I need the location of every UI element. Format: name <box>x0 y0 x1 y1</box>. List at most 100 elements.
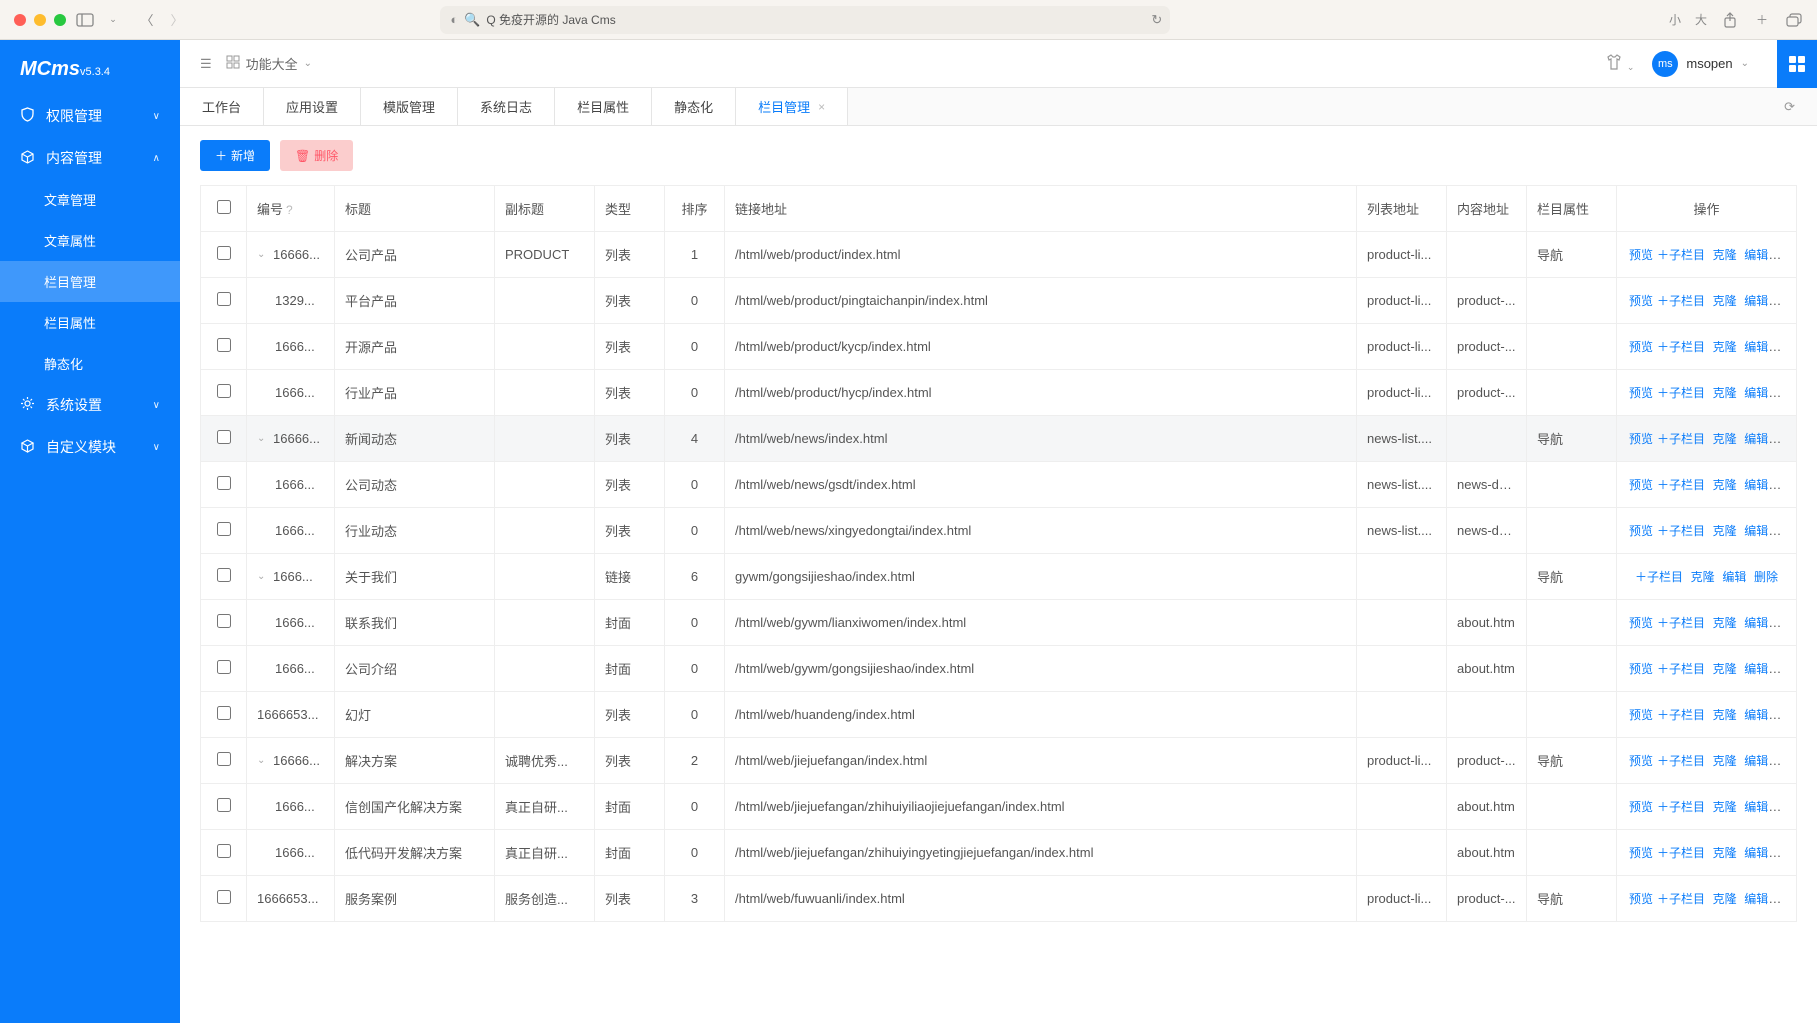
row-checkbox[interactable] <box>217 246 231 260</box>
clone-link[interactable]: 克隆 <box>1713 294 1737 308</box>
sub-category-link[interactable]: ＋子栏目 <box>1657 294 1705 308</box>
help-icon[interactable]: ? <box>286 203 293 217</box>
row-checkbox[interactable] <box>217 522 231 536</box>
clone-link[interactable]: 克隆 <box>1713 846 1737 860</box>
chevron-down-icon[interactable]: ⌄ <box>257 249 269 260</box>
sub-category-link[interactable]: ＋子栏目 <box>1657 248 1705 262</box>
tab[interactable]: 静态化 <box>652 88 736 125</box>
preview-link[interactable]: 预览 <box>1629 386 1653 400</box>
sidebar-group[interactable]: 权限管理∨ <box>0 95 180 137</box>
row-checkbox[interactable] <box>217 844 231 858</box>
edit-link[interactable]: 编辑 <box>1744 754 1768 768</box>
tabs-overview-icon[interactable] <box>1785 11 1803 29</box>
forward-button[interactable]: 〉 <box>168 11 186 29</box>
row-checkbox[interactable] <box>217 292 231 306</box>
preview-link[interactable]: 预览 <box>1629 616 1653 630</box>
table-row[interactable]: 1666... 联系我们 封面 0 /html/web/gywm/lianxiw… <box>201 600 1797 646</box>
table-row[interactable]: 1329... 平台产品 列表 0 /html/web/product/ping… <box>201 278 1797 324</box>
tab[interactable]: 工作台 <box>180 88 264 125</box>
tab[interactable]: 系统日志 <box>458 88 555 125</box>
close-window-button[interactable] <box>14 14 26 26</box>
sub-category-link[interactable]: ＋子栏目 <box>1657 800 1705 814</box>
clone-link[interactable]: 克隆 <box>1713 340 1737 354</box>
table-row[interactable]: ⌄16666... 公司产品 PRODUCT 列表 1 /html/web/pr… <box>201 232 1797 278</box>
row-checkbox[interactable] <box>217 660 231 674</box>
sidebar-group[interactable]: 内容管理∧ <box>0 137 180 179</box>
preview-link[interactable]: 预览 <box>1629 478 1653 492</box>
edit-link[interactable]: 编辑 <box>1744 386 1768 400</box>
row-checkbox[interactable] <box>217 706 231 720</box>
sidebar-item[interactable]: 文章管理 <box>0 179 180 220</box>
edit-link[interactable]: 编辑 <box>1744 892 1768 906</box>
edit-link[interactable]: 编辑 <box>1744 616 1768 630</box>
row-checkbox[interactable] <box>217 384 231 398</box>
preview-link[interactable]: 预览 <box>1629 662 1653 676</box>
clone-link[interactable]: 克隆 <box>1713 432 1737 446</box>
sub-category-link[interactable]: ＋子栏目 <box>1657 524 1705 538</box>
sub-category-link[interactable]: ＋子栏目 <box>1657 616 1705 630</box>
clone-link[interactable]: 克隆 <box>1713 892 1737 906</box>
edit-link[interactable]: 编辑 <box>1744 846 1768 860</box>
maximize-window-button[interactable] <box>54 14 66 26</box>
preview-link[interactable]: 预览 <box>1629 846 1653 860</box>
clone-link[interactable]: 克隆 <box>1713 248 1737 262</box>
chevron-down-icon[interactable]: ⌄ <box>257 571 269 582</box>
preview-link[interactable]: 预览 <box>1629 892 1653 906</box>
function-menu-button[interactable]: 功能大全 ⌄ <box>226 54 312 73</box>
sub-category-link[interactable]: ＋子栏目 <box>1657 386 1705 400</box>
share-icon[interactable] <box>1721 11 1739 29</box>
clone-link[interactable]: 克隆 <box>1713 524 1737 538</box>
clone-link[interactable]: 克隆 <box>1713 708 1737 722</box>
tab[interactable]: 栏目属性 <box>555 88 652 125</box>
sidebar-item[interactable]: 静态化 <box>0 343 180 384</box>
row-checkbox[interactable] <box>217 798 231 812</box>
reload-icon[interactable]: ↻ <box>1151 12 1162 28</box>
preview-link[interactable]: 预览 <box>1629 248 1653 262</box>
sidebar-toggle-icon[interactable] <box>76 11 94 29</box>
table-row[interactable]: ⌄16666... 新闻动态 列表 4 /html/web/news/index… <box>201 416 1797 462</box>
sub-category-link[interactable]: ＋子栏目 <box>1657 432 1705 446</box>
tab[interactable]: 应用设置 <box>264 88 361 125</box>
sidebar-group[interactable]: 自定义模块∨ <box>0 426 180 468</box>
row-checkbox[interactable] <box>217 476 231 490</box>
edit-link[interactable]: 编辑 <box>1744 432 1768 446</box>
table-row[interactable]: 1666... 行业动态 列表 0 /html/web/news/xingyed… <box>201 508 1797 554</box>
sidebar-item[interactable]: 栏目管理 <box>0 261 180 302</box>
user-menu[interactable]: ms msopen ⌄ <box>1652 51 1749 77</box>
table-row[interactable]: 1666... 公司介绍 封面 0 /html/web/gywm/gongsij… <box>201 646 1797 692</box>
new-tab-icon[interactable]: ＋ <box>1753 11 1771 29</box>
edit-link[interactable]: 编辑 <box>1744 800 1768 814</box>
sub-category-link[interactable]: ＋子栏目 <box>1657 662 1705 676</box>
clone-link[interactable]: 克隆 <box>1713 662 1737 676</box>
clone-link[interactable]: 克隆 <box>1713 754 1737 768</box>
chevron-down-icon[interactable]: ⌄ <box>257 433 269 444</box>
table-row[interactable]: 1666... 公司动态 列表 0 /html/web/news/gsdt/in… <box>201 462 1797 508</box>
table-row[interactable]: 1666653... 服务案例 服务创造... 列表 3 /html/web/f… <box>201 876 1797 922</box>
sub-category-link[interactable]: ＋子栏目 <box>1657 478 1705 492</box>
preview-link[interactable]: 预览 <box>1629 754 1653 768</box>
table-row[interactable]: 1666... 开源产品 列表 0 /html/web/product/kycp… <box>201 324 1797 370</box>
preview-link[interactable]: 预览 <box>1629 340 1653 354</box>
edit-link[interactable]: 编辑 <box>1744 340 1768 354</box>
delete-link[interactable]: 删除 <box>1754 570 1778 584</box>
edit-link[interactable]: 编辑 <box>1744 248 1768 262</box>
tabs-refresh-button[interactable]: ⟳ <box>1772 88 1807 125</box>
sidebar-item[interactable]: 栏目属性 <box>0 302 180 343</box>
sub-category-link[interactable]: ＋子栏目 <box>1657 892 1705 906</box>
sub-category-link[interactable]: ＋子栏目 <box>1657 846 1705 860</box>
tab[interactable]: 模版管理 <box>361 88 458 125</box>
sidebar-group[interactable]: 系统设置∨ <box>0 384 180 426</box>
table-row[interactable]: ⌄1666... 关于我们 链接 6 gywm/gongsijieshao/in… <box>201 554 1797 600</box>
edit-link[interactable]: 编辑 <box>1744 708 1768 722</box>
edit-link[interactable]: 编辑 <box>1744 478 1768 492</box>
sub-category-link[interactable]: ＋子栏目 <box>1657 754 1705 768</box>
sidebar-item[interactable]: 文章属性 <box>0 220 180 261</box>
select-all-checkbox[interactable] <box>217 200 231 214</box>
preview-link[interactable]: 预览 <box>1629 800 1653 814</box>
preview-link[interactable]: 预览 <box>1629 708 1653 722</box>
theme-icon[interactable]: ⌄ <box>1605 54 1634 73</box>
table-row[interactable]: 1666... 信创国产化解决方案 真正自研... 封面 0 /html/web… <box>201 784 1797 830</box>
add-button[interactable]: ＋新增 <box>200 140 270 171</box>
edit-link[interactable]: 编辑 <box>1744 662 1768 676</box>
sub-category-link[interactable]: ＋子栏目 <box>1657 340 1705 354</box>
